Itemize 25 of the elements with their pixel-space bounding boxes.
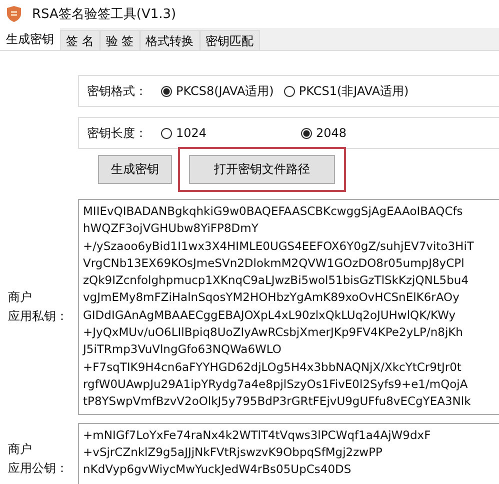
tab[interactable]: 格式转换	[140, 30, 200, 50]
radio-button[interactable]	[161, 128, 172, 138]
tab[interactable]: 验 签	[100, 30, 140, 50]
radio-label: 1024	[176, 126, 207, 140]
radio-label: 2048	[316, 126, 347, 140]
generate-button[interactable]: 生成密钥	[98, 154, 172, 184]
field-label: 应用私钥：	[8, 308, 68, 325]
private-key-field[interactable]: MIIEvQIBADANBgkqhkiG9w0BAQEFAASCBKcwggSjAgEAAoIBAQCfs hWQZF3ojVGHUbw8YiFP8DmY +/ySzaoo6yBid1I1wx3X4HIMLE0UGS4EEFOX6Y0gZ/suhjEV7vito3HiT VrgCNb13EX69KOsJmeSVn2DlokmM2QVW1GOzDO8r05umpJ8yCPl zQk9IZcnfolghpmucp1XKnqC9aLJwzBi5wol51bisGzTlSkKzjQNL5bu4 vgJmEMy8mFZiHalnSqosYM2HOHbzYgAmK89xoOvHCSnElK6rAOy GIDdIGAnAgMBAAECggEBAJOXpL4xL90zlxQkLUq2oJUHwlQK/KWy +JyQxMUv/uO6LIlBpiq8UoZIyAwRCsbjXmerJKp9FV4KPe2yLP/n8jKh J5iTRmp3VuVlngGfo63NQWa6WLO +F7sqTIK9H4cn6aFYYHGD62djLOg5H4x3bbNAQNjX/XkcYtCr9tJr0t rgfW0UAwpJu29A1ipYRydg7a4e8pjlSzyOs1FivE0l2Syfs9+e1/mQojA tP8YSwpVmfBzvV2oOlkJ5y795BdP3rGRtFEjvU9gUFfu8vECgYEA3Nlk	[78, 199, 499, 415]
tab[interactable]: 密钥匹配	[200, 30, 260, 50]
radio-label: PKCS1(非JAVA适用)	[298, 82, 409, 100]
radio-button[interactable]	[161, 86, 172, 96]
field-label: 商户	[8, 440, 33, 458]
shield-icon	[6, 5, 22, 23]
public-key-field[interactable]: +mNIGf7LoYxFe74raNx4k2WTlT4tVqws3lPCWqf1a4AjW9dxF +vSjrCZnklZ9g5aJJjNkFVtRjswzvK9ObpqSfMgj2zwPP nKdVyp6gvWiycMwYuckJedW4rBs05UpCs40DS	[78, 422, 499, 484]
radio-button[interactable]	[301, 128, 312, 138]
window-title: RSA签名验签工具(V1.3)	[32, 6, 176, 23]
tab[interactable]: 生成密钥	[0, 28, 60, 50]
open-folder-button[interactable]: 打开密钥文件路径	[189, 154, 335, 184]
field-label: 应用公钥：	[8, 460, 68, 477]
radio-label: PKCS8(JAVA适用)	[176, 82, 274, 100]
radio-button[interactable]	[284, 86, 295, 96]
tab[interactable]: 签 名	[60, 30, 100, 50]
field-label: 商户	[8, 288, 33, 306]
field-label: 密钥格式：	[87, 82, 147, 100]
field-label: 密钥长度：	[87, 124, 147, 142]
